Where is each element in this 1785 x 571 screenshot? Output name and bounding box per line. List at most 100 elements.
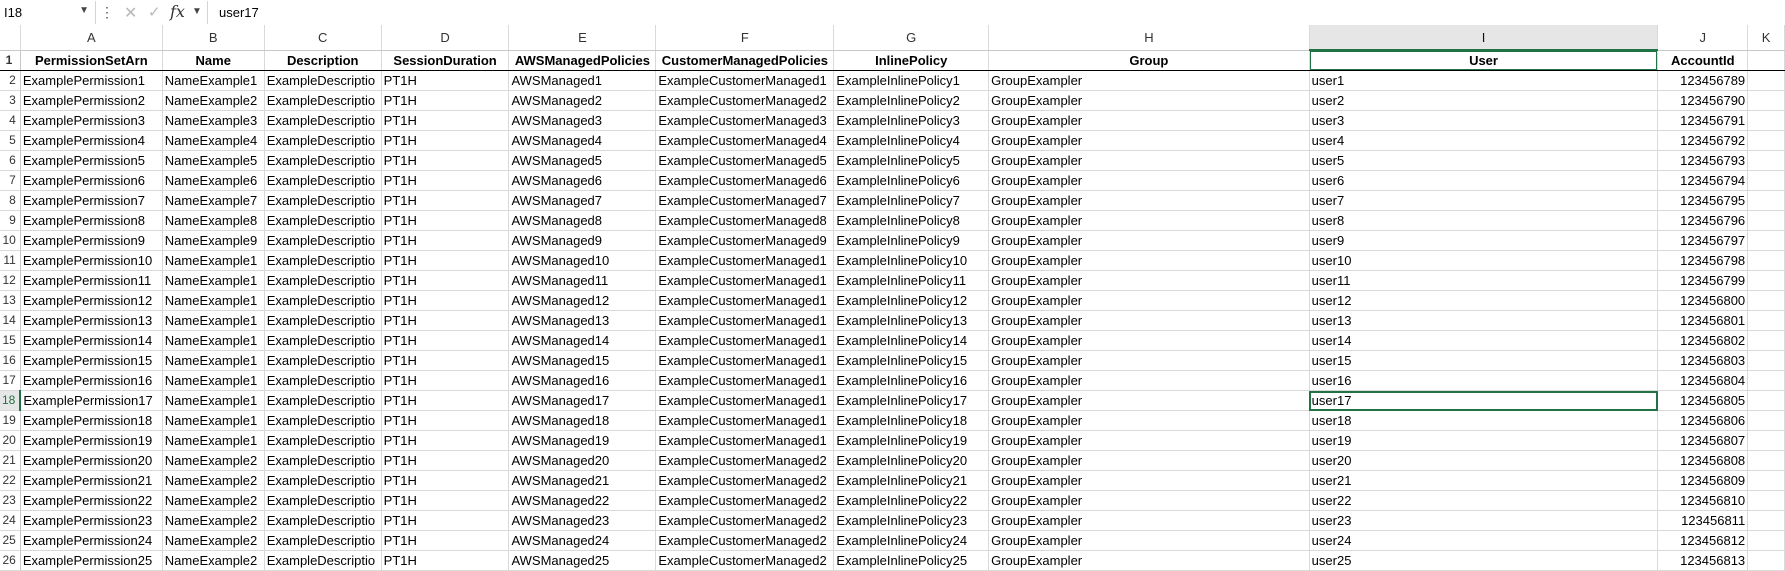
table-cell[interactable]: ExamplePermission22	[20, 490, 163, 511]
table-cell[interactable]: NameExample1	[162, 310, 265, 331]
table-cell[interactable]: user12	[1309, 290, 1659, 311]
check-icon[interactable]: ✓	[148, 3, 161, 21]
column-title-cell[interactable]: AWSManagedPolicies	[508, 50, 657, 71]
table-cell[interactable]: user8	[1309, 210, 1659, 231]
table-cell[interactable]: ExampleCustomerManaged2	[655, 490, 835, 511]
table-cell[interactable]: 123456804	[1657, 370, 1749, 391]
table-cell[interactable]: 123456812	[1657, 530, 1749, 551]
table-cell[interactable]: ExampleInlinePolicy3	[833, 110, 990, 131]
table-cell[interactable]: user15	[1309, 350, 1659, 371]
table-cell[interactable]: ExamplePermission14	[20, 330, 163, 351]
table-cell[interactable]: PT1H	[381, 550, 510, 571]
table-cell[interactable]: ExampleCustomerManaged1	[655, 310, 835, 331]
column-header-k[interactable]: K	[1747, 25, 1785, 51]
table-cell[interactable]: ExampleCustomerManaged1	[655, 330, 835, 351]
table-cell[interactable]: PT1H	[381, 450, 510, 471]
table-cell[interactable]: PT1H	[381, 430, 510, 451]
table-cell[interactable]: PT1H	[381, 70, 510, 91]
table-cell[interactable]: AWSManaged18	[508, 410, 657, 431]
table-cell[interactable]: PT1H	[381, 310, 510, 331]
table-cell[interactable]: user9	[1309, 230, 1659, 251]
table-cell[interactable]: ExampleCustomerManaged2	[655, 530, 835, 551]
table-cell[interactable]: GroupExampler	[988, 510, 1310, 531]
formula-input[interactable]: user17	[219, 5, 259, 20]
table-cell[interactable]: ExampleDescriptio	[264, 250, 382, 271]
table-cell[interactable]: PT1H	[381, 150, 510, 171]
table-cell[interactable]: 123456791	[1657, 110, 1749, 131]
table-cell[interactable]: AWSManaged19	[508, 430, 657, 451]
table-cell[interactable]: 123456802	[1657, 330, 1749, 351]
table-cell[interactable]: ExampleDescriptio	[264, 390, 382, 411]
table-cell[interactable]: 123456792	[1657, 130, 1749, 151]
column-header-j[interactable]: J	[1657, 25, 1749, 51]
table-cell[interactable]: PT1H	[381, 370, 510, 391]
table-cell[interactable]: ExampleInlinePolicy20	[833, 450, 990, 471]
table-cell[interactable]: user23	[1309, 510, 1659, 531]
table-cell[interactable]: 123456796	[1657, 210, 1749, 231]
table-cell[interactable]: ExampleDescriptio	[264, 270, 382, 291]
row-header[interactable]: 8	[0, 190, 21, 211]
empty-cell[interactable]	[1747, 290, 1785, 311]
table-cell[interactable]: PT1H	[381, 330, 510, 351]
table-cell[interactable]: PT1H	[381, 210, 510, 231]
empty-cell[interactable]	[1747, 110, 1785, 131]
table-cell[interactable]: 123456790	[1657, 90, 1749, 111]
empty-cell[interactable]	[1747, 450, 1785, 471]
table-cell[interactable]: ExampleDescriptio	[264, 470, 382, 491]
table-cell[interactable]: AWSManaged6	[508, 170, 657, 191]
row-header[interactable]: 9	[0, 210, 21, 231]
table-cell[interactable]: ExamplePermission21	[20, 470, 163, 491]
table-cell[interactable]: ExampleDescriptio	[264, 210, 382, 231]
table-cell[interactable]: NameExample2	[162, 530, 265, 551]
table-cell[interactable]: ExampleCustomerManaged2	[655, 470, 835, 491]
empty-cell[interactable]	[1747, 90, 1785, 111]
table-cell[interactable]: ExampleCustomerManaged8	[655, 210, 835, 231]
row-header[interactable]: 11	[0, 250, 21, 271]
chevron-down-icon[interactable]: ▼	[79, 5, 89, 16]
table-cell[interactable]: NameExample1	[162, 70, 265, 91]
table-cell[interactable]: NameExample8	[162, 210, 265, 231]
table-cell[interactable]: user25	[1309, 550, 1659, 571]
empty-cell[interactable]	[1747, 170, 1785, 191]
column-header-g[interactable]: G	[833, 25, 990, 51]
table-cell[interactable]: NameExample1	[162, 250, 265, 271]
table-cell[interactable]: ExampleCustomerManaged2	[655, 450, 835, 471]
table-cell[interactable]: ExampleInlinePolicy14	[833, 330, 990, 351]
table-cell[interactable]: GroupExampler	[988, 290, 1310, 311]
row-header[interactable]: 10	[0, 230, 21, 251]
row-header[interactable]: 17	[0, 370, 21, 391]
table-cell[interactable]: NameExample1	[162, 390, 265, 411]
table-cell[interactable]: ExampleInlinePolicy24	[833, 530, 990, 551]
table-cell[interactable]: 123456810	[1657, 490, 1749, 511]
table-cell[interactable]: GroupExampler	[988, 330, 1310, 351]
empty-cell[interactable]	[1747, 190, 1785, 211]
table-cell[interactable]: ExampleInlinePolicy12	[833, 290, 990, 311]
table-cell[interactable]: NameExample2	[162, 550, 265, 571]
table-cell[interactable]: AWSManaged10	[508, 250, 657, 271]
empty-cell[interactable]	[1747, 70, 1785, 91]
table-cell[interactable]: ExampleCustomerManaged7	[655, 190, 835, 211]
table-cell[interactable]: ExampleDescriptio	[264, 190, 382, 211]
table-cell[interactable]: AWSManaged3	[508, 110, 657, 131]
table-cell[interactable]: PT1H	[381, 410, 510, 431]
table-cell[interactable]: NameExample9	[162, 230, 265, 251]
table-cell[interactable]: ExampleInlinePolicy13	[833, 310, 990, 331]
table-cell[interactable]: ExampleCustomerManaged1	[655, 290, 835, 311]
column-title-cell[interactable]: CustomerManagedPolicies	[655, 50, 835, 71]
table-cell[interactable]: NameExample1	[162, 410, 265, 431]
table-cell[interactable]: GroupExampler	[988, 410, 1310, 431]
table-cell[interactable]: user2	[1309, 90, 1659, 111]
table-cell[interactable]: AWSManaged25	[508, 550, 657, 571]
column-title-cell[interactable]: InlinePolicy	[833, 50, 990, 71]
table-cell[interactable]: AWSManaged4	[508, 130, 657, 151]
table-cell[interactable]: ExampleDescriptio	[264, 310, 382, 331]
table-cell[interactable]: AWSManaged24	[508, 530, 657, 551]
row-header[interactable]: 12	[0, 270, 21, 291]
table-cell[interactable]: user21	[1309, 470, 1659, 491]
table-cell[interactable]: ExampleInlinePolicy6	[833, 170, 990, 191]
table-cell[interactable]: user5	[1309, 150, 1659, 171]
table-cell[interactable]: GroupExampler	[988, 550, 1310, 571]
table-cell[interactable]: ExampleDescriptio	[264, 150, 382, 171]
table-cell[interactable]: AWSManaged8	[508, 210, 657, 231]
table-cell[interactable]: ExampleInlinePolicy2	[833, 90, 990, 111]
